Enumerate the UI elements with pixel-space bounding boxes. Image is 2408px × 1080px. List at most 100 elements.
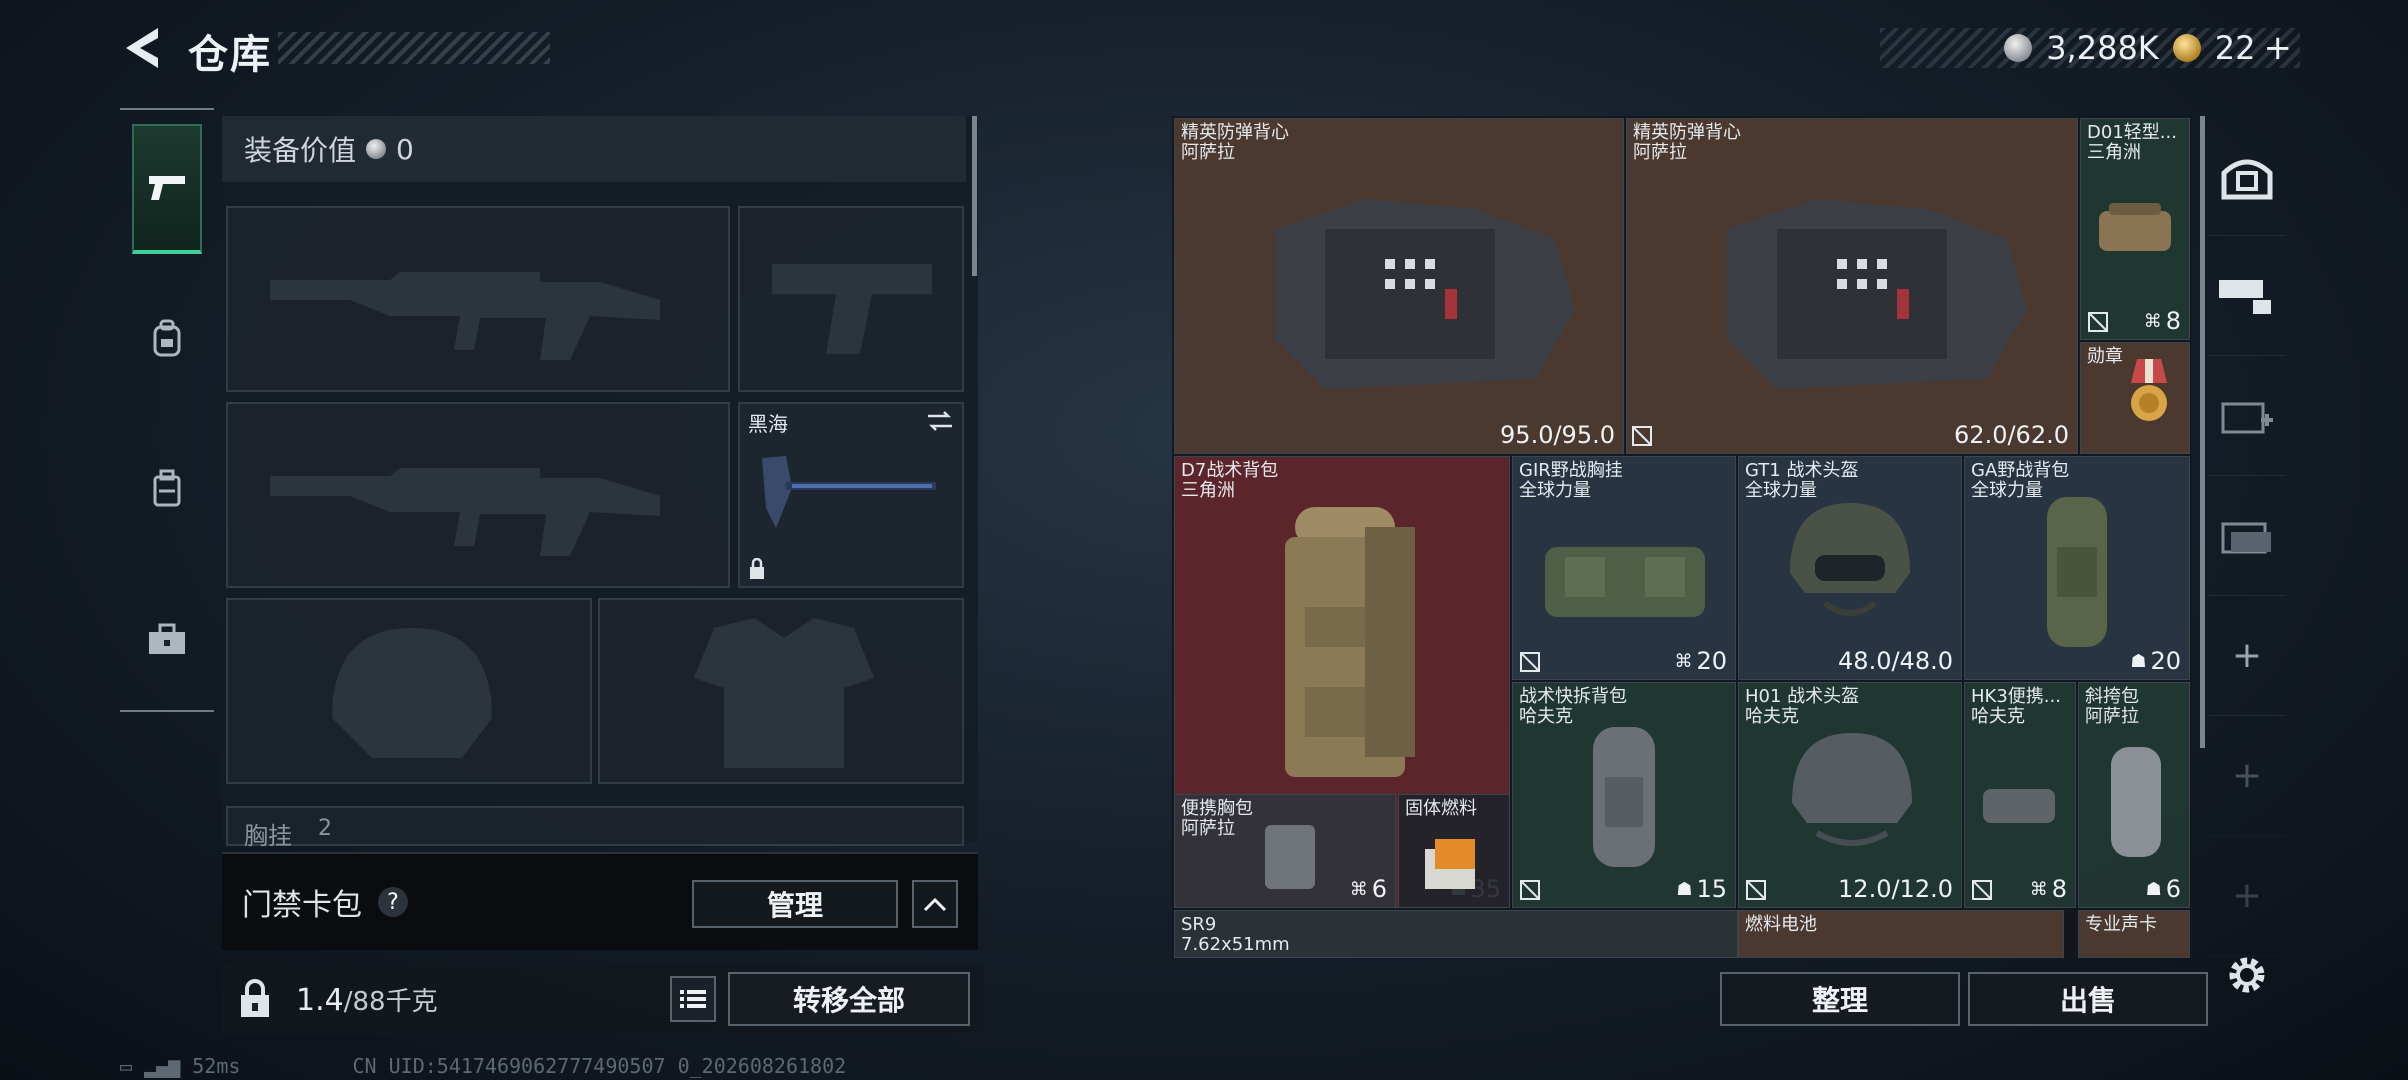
item-name: GT1 战术头盔 xyxy=(1745,460,1859,481)
plus-icon: + xyxy=(2231,635,2263,676)
durability: 48.0/48.0 xyxy=(1838,647,1953,675)
durability: 62.0/62.0 xyxy=(1954,421,2069,449)
bag-icon xyxy=(1983,789,2055,823)
stash-scrollbar[interactable] xyxy=(2200,116,2205,748)
primary-weapon-slot[interactable] xyxy=(226,206,730,392)
chest-rig-icon xyxy=(1545,547,1705,617)
rail-add-page-button[interactable]: + xyxy=(2208,596,2286,716)
body-armor-icon xyxy=(1275,199,1575,389)
no-trade-icon xyxy=(1746,880,1766,900)
pistol-icon xyxy=(149,176,185,200)
tab-toolbox[interactable] xyxy=(132,574,202,704)
item-name: 专业声卡 xyxy=(2085,914,2157,935)
item-origin: 三角洲 xyxy=(1181,480,1235,501)
stash-item-fuel-battery[interactable]: 燃料电池 xyxy=(1738,910,2064,958)
item-name: HK3便携... xyxy=(1971,686,2061,707)
keycard-help-button[interactable]: ? xyxy=(378,887,408,917)
backpack-icon xyxy=(1593,727,1655,867)
item-name: 固体燃料 xyxy=(1405,798,1477,819)
helmet-icon xyxy=(1792,733,1912,846)
plus-icon: + xyxy=(2231,875,2263,916)
backpack-icon xyxy=(153,319,181,357)
signal-icon: ▂▄▆ xyxy=(144,1054,181,1078)
axe-icon xyxy=(762,456,936,528)
secondary-weapon-slot[interactable] xyxy=(738,206,964,392)
tab-weapons[interactable] xyxy=(132,124,202,254)
helmet-slot[interactable] xyxy=(226,598,592,784)
rail-add-page-button[interactable]: + xyxy=(2208,716,2286,836)
item-name: 精英防弹背心 xyxy=(1633,122,1741,143)
chest-count: 2 xyxy=(318,816,332,841)
chest-label: 胸挂 xyxy=(244,822,292,850)
gear-icon xyxy=(2229,957,2265,993)
list-icon xyxy=(680,990,706,1008)
tab-vest[interactable] xyxy=(132,424,202,554)
list-view-button[interactable] xyxy=(670,976,716,1022)
helmet-icon xyxy=(1790,503,1910,616)
item-origin: 阿萨拉 xyxy=(1633,142,1687,163)
loadout-scrollbar[interactable] xyxy=(972,116,977,276)
currency-value: 3,288K xyxy=(2046,29,2159,67)
stash-item-ga-backpack[interactable]: GA野战背包 全球力量 ☗ 20 xyxy=(1964,456,2190,680)
toolbox-icon xyxy=(149,623,185,654)
stash-item-sling-bag[interactable]: 斜挎包 阿萨拉 ☗ 6 xyxy=(2078,682,2190,908)
rail-item-home[interactable] xyxy=(2208,116,2286,236)
uid: CN UID:5417469062777490507 0_20260826180… xyxy=(352,1054,847,1078)
stash-item-solid-fuel[interactable]: 固体燃料 xyxy=(1398,794,1510,908)
item-name: 便携胸包 xyxy=(1181,798,1253,819)
chest-rig-slot[interactable]: 胸挂 2 xyxy=(226,806,964,850)
secondary-rifle-slot[interactable] xyxy=(226,402,730,588)
home-stash-icon xyxy=(2221,159,2273,199)
stash-item-medal[interactable]: 勋章 xyxy=(2080,342,2190,454)
no-trade-icon xyxy=(1520,880,1540,900)
stash-item-gt1-helmet[interactable]: GT1 战术头盔 全球力量 48.0/48.0 xyxy=(1738,456,1962,680)
add-ticket-button[interactable]: + xyxy=(2264,28,2293,68)
no-trade-icon xyxy=(1972,880,1992,900)
armor-slot[interactable] xyxy=(598,598,964,784)
slot-count: ⌘ 8 xyxy=(2143,307,2181,335)
expand-button[interactable] xyxy=(912,880,958,928)
stash-item-d01[interactable]: D01轻型... 三角洲 ⌘ 8 xyxy=(2080,118,2190,340)
ticket-icon xyxy=(2172,34,2201,62)
stash-item-sr9[interactable]: SR9 7.62x51mm xyxy=(1174,910,1738,958)
slot-count: ☗ 15 xyxy=(1676,875,1727,903)
pistol-silhouette-icon xyxy=(772,264,932,354)
stash-item-vest-2[interactable]: 精英防弹背心 阿萨拉 62.0/62.0 xyxy=(1626,118,2078,454)
sort-button[interactable]: 整理 xyxy=(1720,972,1960,1026)
transfer-all-button[interactable]: 转移全部 xyxy=(728,972,970,1026)
rail-item-git[interactable] xyxy=(2208,236,2286,356)
sell-button[interactable]: 出售 xyxy=(1968,972,2208,1026)
equip-value-bar: 装备价值 0 xyxy=(222,116,966,182)
durability: 95.0/95.0 xyxy=(1500,421,1615,449)
manage-button[interactable]: 管理 xyxy=(692,880,898,928)
rail-item-folder[interactable] xyxy=(2208,476,2286,596)
stash-item-sound-card[interactable]: 专业声卡 xyxy=(2078,910,2190,958)
tab-backpack[interactable] xyxy=(132,274,202,404)
lock-icon xyxy=(750,558,764,579)
back-button[interactable] xyxy=(118,22,164,74)
stash-item-chest-pack[interactable]: 便携胸包 阿萨拉 ⌘ 6 xyxy=(1174,794,1396,908)
melee-slot[interactable]: 黑海 xyxy=(738,402,964,588)
stash-item-quick-backpack[interactable]: 战术快拆背包 哈夫克 ☗ 15 xyxy=(1512,682,1736,908)
git-tag-icon xyxy=(2219,279,2271,314)
loadout-tabs xyxy=(120,108,214,712)
rail-item-medkit[interactable] xyxy=(2208,356,2286,476)
backpack-icon xyxy=(2047,497,2107,647)
rail-add-page-button[interactable]: + xyxy=(2208,836,2286,956)
status-bar: ▭ ▂▄▆ 52ms CN UID:5417469062777490507 0_… xyxy=(120,1054,846,1078)
medkit-icon xyxy=(2221,402,2273,433)
equip-value: 0 xyxy=(396,132,414,166)
stash-item-hk3[interactable]: HK3便携... 哈夫克 ⌘ 8 xyxy=(1964,682,2076,908)
durability: 12.0/12.0 xyxy=(1838,875,1953,903)
stash-item-gir-chest-rig[interactable]: GIR野战胸挂 全球力量 ⌘ 20 xyxy=(1512,456,1736,680)
swap-icon[interactable] xyxy=(926,410,954,432)
title-decoration xyxy=(278,32,550,64)
chevron-up-icon xyxy=(923,897,947,912)
settings-button[interactable] xyxy=(2222,950,2272,1000)
slot-count: ☗ 6 xyxy=(2145,875,2181,903)
stash-item-h01-helmet[interactable]: H01 战术头盔 哈夫克 12.0/12.0 xyxy=(1738,682,1962,908)
stash-item-vest-1[interactable]: 精英防弹背心 阿萨拉 95.0/95.0 xyxy=(1174,118,1624,454)
equip-value-label: 装备价值 xyxy=(244,134,357,167)
slot-count: ⌘ 6 xyxy=(1349,875,1387,903)
no-trade-icon xyxy=(2088,312,2108,332)
